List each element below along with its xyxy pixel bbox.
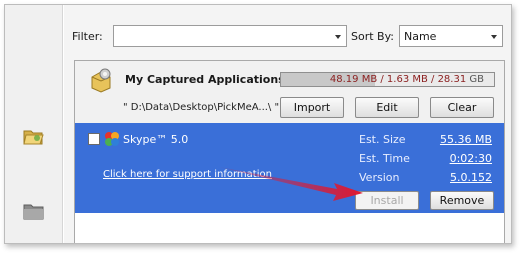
clear-button[interactable]: Clear [430, 97, 494, 118]
app-name: Skype™ 5.0 [123, 133, 189, 146]
annotation-arrow [219, 167, 363, 201]
chevron-down-icon[interactable] [491, 35, 497, 39]
version-label: Version [359, 171, 400, 184]
est-time-label: Est. Time [359, 152, 410, 165]
storage-usage-bar: 48.19 MB / 1.63 MB / 28.31 GB [280, 72, 495, 87]
capture-path: " D:\Data\Desktop\PickMeA...\ " [123, 102, 280, 113]
est-size-value[interactable]: 55.36 MB [440, 133, 492, 146]
storage-usage-values: 48.19 MB / 1.63 MB / 28.31 [329, 74, 467, 85]
left-rail [5, 5, 63, 243]
est-time-value[interactable]: 0:02:30 [450, 152, 492, 165]
filter-combobox[interactable] [113, 25, 347, 47]
applications-panel: My Captured Applications 48.19 MB / 1.63… [74, 60, 505, 243]
import-button[interactable]: Import [280, 97, 344, 118]
captured-applications-header: My Captured Applications 48.19 MB / 1.63… [75, 61, 504, 123]
sort-combobox[interactable]: Name [399, 25, 503, 47]
filter-row: Filter: Sort By: Name [64, 25, 511, 49]
est-size-label: Est. Size [359, 133, 406, 146]
captured-title: My Captured Applications [125, 73, 285, 86]
remove-button[interactable]: Remove [430, 191, 494, 210]
storage-usage-text: 48.19 MB / 1.63 MB / 28.31 GB [330, 74, 484, 85]
storage-usage-unit: GB [466, 74, 484, 85]
main-area: Filter: Sort By: Name My Captured Applic… [64, 5, 511, 243]
sort-label: Sort By: [351, 30, 395, 43]
skype-icon [104, 131, 120, 147]
package-icon [89, 67, 113, 93]
sort-value: Name [404, 30, 437, 43]
filter-label: Filter: [72, 30, 103, 43]
folder-icon[interactable] [22, 201, 46, 221]
edit-button[interactable]: Edit [355, 97, 419, 118]
version-value[interactable]: 5.0.152 [450, 171, 492, 184]
app-window: Filter: Sort By: Name My Captured Applic… [4, 4, 512, 244]
chevron-down-icon[interactable] [335, 35, 341, 39]
open-folder-icon[interactable] [22, 127, 46, 147]
app-checkbox[interactable] [88, 133, 100, 145]
